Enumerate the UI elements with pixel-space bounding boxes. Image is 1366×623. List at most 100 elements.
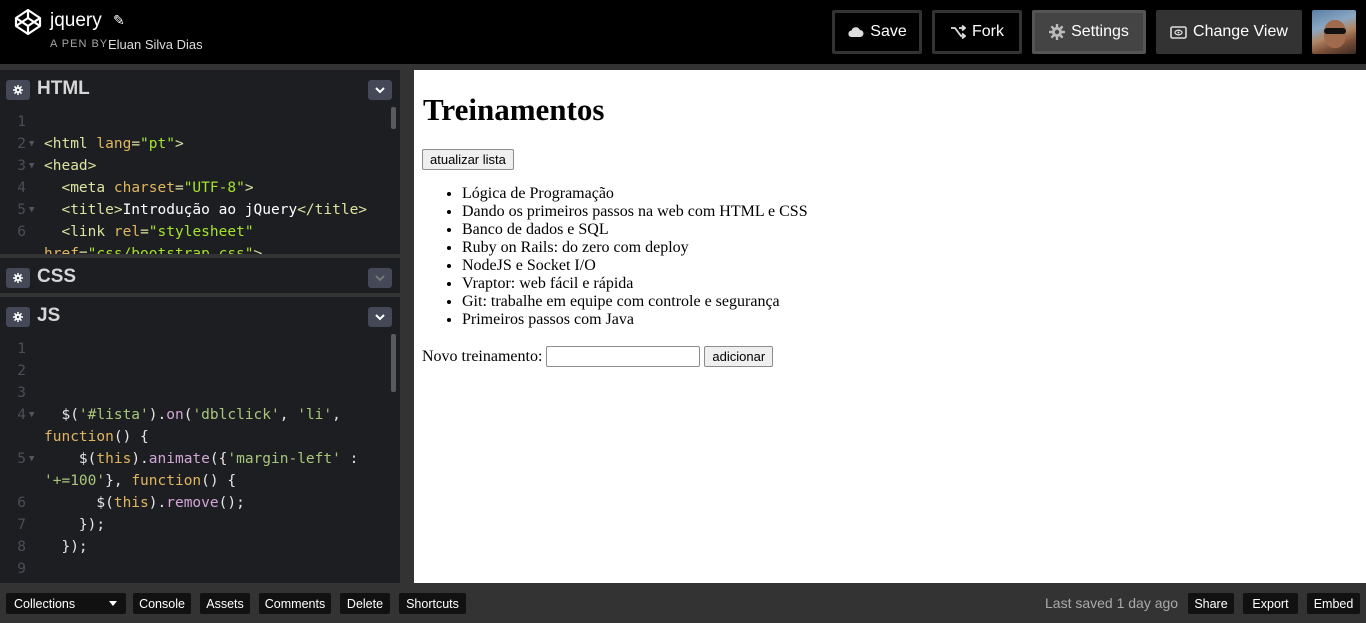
code-token: , — [332, 407, 341, 423]
export-button[interactable]: Export — [1243, 593, 1298, 614]
html-collapse-chevron-down-icon[interactable] — [368, 80, 392, 100]
fold-arrow-icon[interactable]: ▼ — [29, 133, 34, 155]
fold-arrow-icon[interactable]: ▼ — [29, 155, 34, 177]
fork-button[interactable]: Fork — [932, 10, 1022, 54]
add-button[interactable]: adicionar — [704, 346, 774, 367]
line-number: 7 — [17, 517, 26, 533]
fold-arrow-icon[interactable]: ▼ — [29, 404, 34, 426]
code-token: "pt" — [140, 136, 175, 152]
editor-resize-handle[interactable] — [400, 70, 414, 583]
html-editor-title: HTML — [37, 78, 90, 99]
js-scrollbar[interactable] — [391, 334, 396, 392]
code-line: 3 — [0, 382, 390, 404]
pen-author-link[interactable]: Eluan Silva Dias — [108, 37, 203, 52]
code-token: '+=100' — [44, 473, 106, 489]
change-view-button[interactable]: Change View — [1156, 10, 1302, 54]
html-scrollbar[interactable] — [391, 107, 396, 129]
code-line: 7 }); — [0, 514, 390, 536]
shortcuts-button[interactable]: Shortcuts — [399, 593, 466, 614]
code-token: <head> — [44, 158, 97, 174]
change-view-label: Change View — [1193, 23, 1288, 40]
js-code-area[interactable]: 1 2 3 4 ▼ $('#lista').on('dblclick', 'li', fu… — [0, 334, 400, 583]
css-collapse-chevron-down-icon[interactable] — [368, 268, 392, 288]
last-saved-status: Last saved 1 day ago — [1045, 595, 1179, 611]
code-token: = — [131, 136, 141, 152]
comments-button[interactable]: Comments — [259, 593, 331, 614]
html-editor-header: HTML — [0, 70, 400, 107]
code-line: 2 ▼ <html lang="pt"> — [0, 133, 390, 155]
save-button[interactable]: Save — [832, 10, 922, 54]
code-token: <link — [61, 224, 114, 240]
console-button[interactable]: Console — [133, 593, 191, 614]
share-button[interactable]: Share — [1188, 593, 1234, 614]
code-text: $('#lista').on('dblclick', 'li', — [44, 404, 341, 426]
embed-button[interactable]: Embed — [1307, 593, 1360, 614]
collections-dropdown[interactable]: Collections — [6, 593, 126, 614]
code-token: > — [244, 180, 254, 196]
top-bar: jquery ✎ A PEN BY Eluan Silva Dias Save … — [0, 0, 1366, 64]
code-token: function — [44, 429, 114, 445]
code-text: <html lang="pt"> — [44, 133, 184, 155]
code-token: remove — [166, 495, 219, 511]
css-settings-gear-icon[interactable] — [6, 268, 30, 288]
js-settings-gear-icon[interactable] — [6, 307, 30, 327]
code-token: '#lista' — [78, 407, 149, 423]
fork-label: Fork — [972, 23, 1004, 40]
edit-pencil-icon[interactable]: ✎ — [113, 12, 125, 29]
bottom-bar: Collections Console Assets Comments Dele… — [0, 583, 1366, 623]
html-settings-gear-icon[interactable] — [6, 80, 30, 100]
assets-button[interactable]: Assets — [200, 593, 250, 614]
fold-arrow-icon[interactable]: ▼ — [29, 199, 34, 221]
css-editor-title: CSS — [37, 266, 77, 287]
code-token: rel — [113, 224, 141, 240]
code-line: 8 }); — [0, 536, 390, 558]
caret-down-icon — [109, 601, 117, 606]
training-list-item[interactable]: Ruby on Rails: do zero com deploy — [462, 239, 808, 257]
fold-arrow-icon[interactable]: ▼ — [29, 448, 34, 470]
training-list-item[interactable]: Lógica de Programação — [462, 185, 808, 203]
codepen-logo-icon[interactable] — [14, 8, 42, 36]
refresh-list-button[interactable]: atualizar lista — [422, 149, 514, 170]
line-number: 1 — [17, 114, 26, 130]
code-token: "stylesheet" — [148, 224, 254, 240]
code-text: }); — [44, 514, 105, 536]
html-code-area[interactable]: 1 2 ▼ <html lang="pt"> 3 ▼ <head> 4 <meta chars… — [0, 107, 400, 254]
pen-title[interactable]: jquery — [50, 10, 102, 32]
code-token: }, — [105, 473, 132, 489]
code-token: ({ — [209, 451, 228, 467]
training-list-item[interactable]: Banco de dados e SQL — [462, 221, 808, 239]
css-editor-header: CSS — [0, 258, 400, 295]
line-number: 9 — [17, 561, 26, 577]
code-line: 5 ▼ <title>Introdução ao jQuery</title> — [0, 199, 390, 221]
gear-icon — [1049, 24, 1066, 40]
new-training-label: Novo treinamento: — [422, 347, 543, 365]
delete-button[interactable]: Delete — [340, 593, 390, 614]
training-list-item[interactable]: Dando os primeiros passos na web com HTM… — [462, 203, 808, 221]
code-token: ). — [131, 451, 149, 467]
code-line: 1 — [0, 338, 390, 360]
code-text: $(this).animate({'margin-left' : — [44, 448, 358, 470]
code-text: function() { — [44, 426, 149, 448]
training-list-item[interactable]: NodeJS e Socket I/O — [462, 257, 808, 275]
code-line: 4 ▼ $('#lista').on('dblclick', 'li', — [0, 404, 390, 426]
code-token: <meta — [61, 180, 114, 196]
code-token: = — [174, 180, 184, 196]
code-line: function() { — [0, 426, 390, 448]
js-editor-title: JS — [37, 305, 61, 326]
training-list-item[interactable]: Primeiros passos com Java — [462, 311, 808, 329]
line-number: 4 — [17, 407, 26, 423]
js-collapse-chevron-down-icon[interactable] — [368, 307, 392, 327]
user-avatar[interactable] — [1312, 10, 1356, 54]
line-number: 2 — [17, 136, 26, 152]
training-list-item[interactable]: Git: trabalhe em equipe com controle e s… — [462, 293, 808, 311]
code-text: href="css/bootstrap.css"> — [44, 243, 262, 254]
settings-button[interactable]: Settings — [1032, 10, 1146, 54]
line-number: 2 — [17, 363, 26, 379]
new-training-input[interactable] — [546, 346, 701, 367]
line-number: 3 — [17, 158, 26, 174]
training-list-item[interactable]: Vraptor: web fácil e rápida — [462, 275, 808, 293]
code-token: "UTF-8" — [183, 180, 245, 196]
